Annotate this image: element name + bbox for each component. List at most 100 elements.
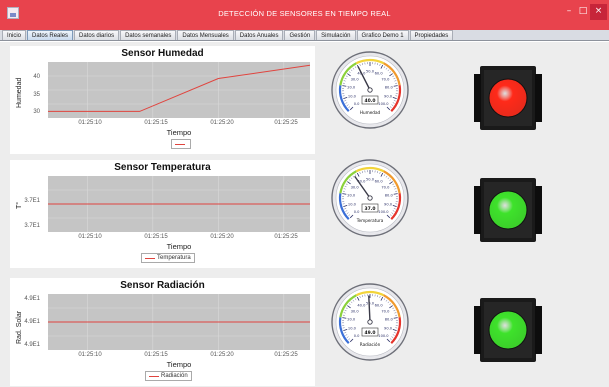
gauge-tick-label: 80.0 — [385, 318, 394, 322]
y-tick-label: 35 — [33, 92, 40, 98]
light-bracket — [474, 74, 481, 122]
red-light-icon — [474, 66, 542, 130]
gauge-label: Humedad — [360, 110, 381, 115]
x-tick-label: 01:25:15 — [144, 352, 168, 358]
light-bracket — [535, 306, 542, 354]
gauge-tick-label: 90.0 — [384, 94, 393, 98]
gauge-label: Radiación — [360, 342, 381, 347]
green-light-icon — [474, 298, 542, 362]
y-tick-label: 3.7E1 — [24, 223, 40, 229]
gauge-pivot — [367, 87, 373, 93]
light-bracket — [474, 306, 481, 354]
tab-gestion[interactable]: Gestión — [284, 30, 316, 40]
gauge-tick-label: 0.0 — [354, 334, 360, 338]
green-light-icon — [474, 178, 542, 242]
tab-simulacion[interactable]: Simulación — [316, 30, 356, 40]
gauge-tick-label: 20.0 — [347, 318, 356, 322]
gauge-value: 37.0 — [364, 206, 375, 212]
plot-area — [48, 62, 310, 118]
chart-title: Sensor Humedad — [121, 48, 204, 59]
legend-swatch — [145, 257, 155, 259]
x-tick-label: 01:25:20 — [210, 234, 234, 240]
x-tick-label: 01:25:15 — [144, 234, 168, 240]
y-tick-label: 4.9E1 — [24, 342, 40, 348]
chart-legend: Temperatura — [141, 253, 195, 263]
gauge-tick-label: 30.0 — [351, 185, 360, 189]
gauge-tick-label: 20.0 — [347, 86, 356, 90]
gauge-tick-label: 10.0 — [348, 326, 357, 330]
tab-datos-semanales[interactable]: Datos semanales — [120, 30, 177, 40]
x-axis-label: Tiempo — [166, 128, 192, 137]
chart-legend: Radiación — [145, 371, 192, 381]
x-tick-label: 01:25:10 — [78, 352, 102, 358]
x-tick-label: 01:25:10 — [78, 120, 102, 126]
gauge-tick-label: 40.0 — [357, 304, 366, 308]
radiacion-gauge: 0.0 10.0 20.0 30.040.050.060.070.0 80.0 90.0 1… — [331, 283, 409, 361]
gauge-tick-label: 90.0 — [384, 326, 393, 330]
humedad-chart-panel: Sensor Humedad Humedad 40 35 30 01:25:10… — [10, 46, 315, 154]
gauge-tick-label: 60.0 — [375, 304, 384, 308]
gauge-tick-label: 60.0 — [375, 72, 384, 76]
y-tick-label: 4.9E1 — [24, 296, 40, 302]
close-button[interactable]: × — [590, 4, 607, 20]
gauge-label: Temperatura — [356, 218, 384, 223]
x-tick-label: 01:25:25 — [274, 234, 298, 240]
humedad-gauge: 0.0 10.0 20.0 30.0 40.0 50.060.070.0 80.0 90.0 1… — [331, 51, 409, 129]
gauge-tick-label: 80.0 — [385, 86, 394, 90]
y-tick-label: 30 — [33, 109, 40, 115]
legend-swatch — [149, 375, 159, 377]
tab-inicio[interactable]: Inicio — [2, 30, 27, 40]
tab-datos-anuales[interactable]: Datos Anuales — [234, 30, 284, 40]
legend-swatch — [175, 143, 185, 145]
chart-legend — [171, 139, 191, 149]
gauge-tick-label: 0.0 — [354, 102, 360, 106]
gauge-tick-label: 100.0 — [378, 334, 389, 338]
x-tick-label: 01:25:25 — [274, 352, 298, 358]
gauge-tick-label: 90.0 — [384, 202, 393, 206]
gauge-pivot — [367, 319, 373, 325]
y-tick-label: 3.7E1 — [24, 198, 40, 204]
x-tick-label: 01:25:10 — [78, 234, 102, 240]
light-bracket — [535, 186, 542, 234]
light-bulb — [488, 310, 528, 350]
gauge-tick-label: 30.0 — [351, 309, 360, 313]
x-tick-label: 01:25:20 — [210, 120, 234, 126]
gauge-pivot — [367, 195, 373, 201]
gauge-tick-label: 60.0 — [375, 180, 384, 184]
gauge-tick-label: 50.0 — [366, 302, 375, 306]
y-tick-label: 4.9E1 — [24, 319, 40, 325]
tab-datos-reales[interactable]: Datos Reales — [27, 30, 74, 40]
light-bracket — [474, 186, 481, 234]
tab-datos-diarios[interactable]: Datos diarios — [74, 30, 120, 40]
window-title: DETECCIÓN DE SENSORES EN TIEMPO REAL — [218, 9, 391, 18]
temperatura-line-chart — [48, 176, 310, 232]
gauge-tick-label: 50.0 — [366, 178, 375, 182]
main-content: Sensor Humedad Humedad 40 35 30 01:25:10… — [0, 42, 609, 387]
y-tick-label: 40 — [33, 74, 40, 80]
temperatura-chart-panel: Sensor Temperatura T° 3.7E1 3.7E1 01:25:… — [10, 160, 315, 268]
gauge-value: 49.0 — [364, 330, 375, 336]
light-bulb — [488, 190, 528, 230]
gauge-tick-label: 10.0 — [348, 202, 357, 206]
chart-title: Sensor Temperatura — [114, 162, 211, 173]
minimize-button[interactable]: – — [562, 4, 576, 20]
gauge-tick-label: 70.0 — [381, 77, 390, 81]
maximize-button[interactable]: □ — [576, 4, 590, 20]
tab-datos-mensuales[interactable]: Datos Mensuales — [177, 30, 234, 40]
title-bar: DETECCIÓN DE SENSORES EN TIEMPO REAL – □… — [0, 0, 609, 30]
x-tick-label: 01:25:15 — [144, 120, 168, 126]
gauge-tick-label: 100.0 — [378, 102, 389, 106]
tab-propiedades[interactable]: Propiedades — [409, 30, 454, 40]
tab-list: Inicio Datos Reales Datos diarios Datos … — [2, 30, 454, 40]
tab-grafico-demo[interactable]: Grafico Demo 1 — [356, 30, 409, 40]
gauge-tick-label: 100.0 — [378, 210, 389, 214]
gauge-tick-label: 0.0 — [354, 210, 360, 214]
x-axis-label: Tiempo — [166, 360, 192, 369]
gauge-tick-label: 80.0 — [385, 194, 394, 198]
plot-area — [48, 176, 310, 232]
gauge-value: 40.0 — [364, 98, 375, 104]
gauge-tick-label: 70.0 — [381, 309, 390, 313]
radiacion-line-chart — [48, 294, 310, 350]
plot-area — [48, 294, 310, 350]
y-axis-label: Rad. Solar — [16, 310, 23, 344]
